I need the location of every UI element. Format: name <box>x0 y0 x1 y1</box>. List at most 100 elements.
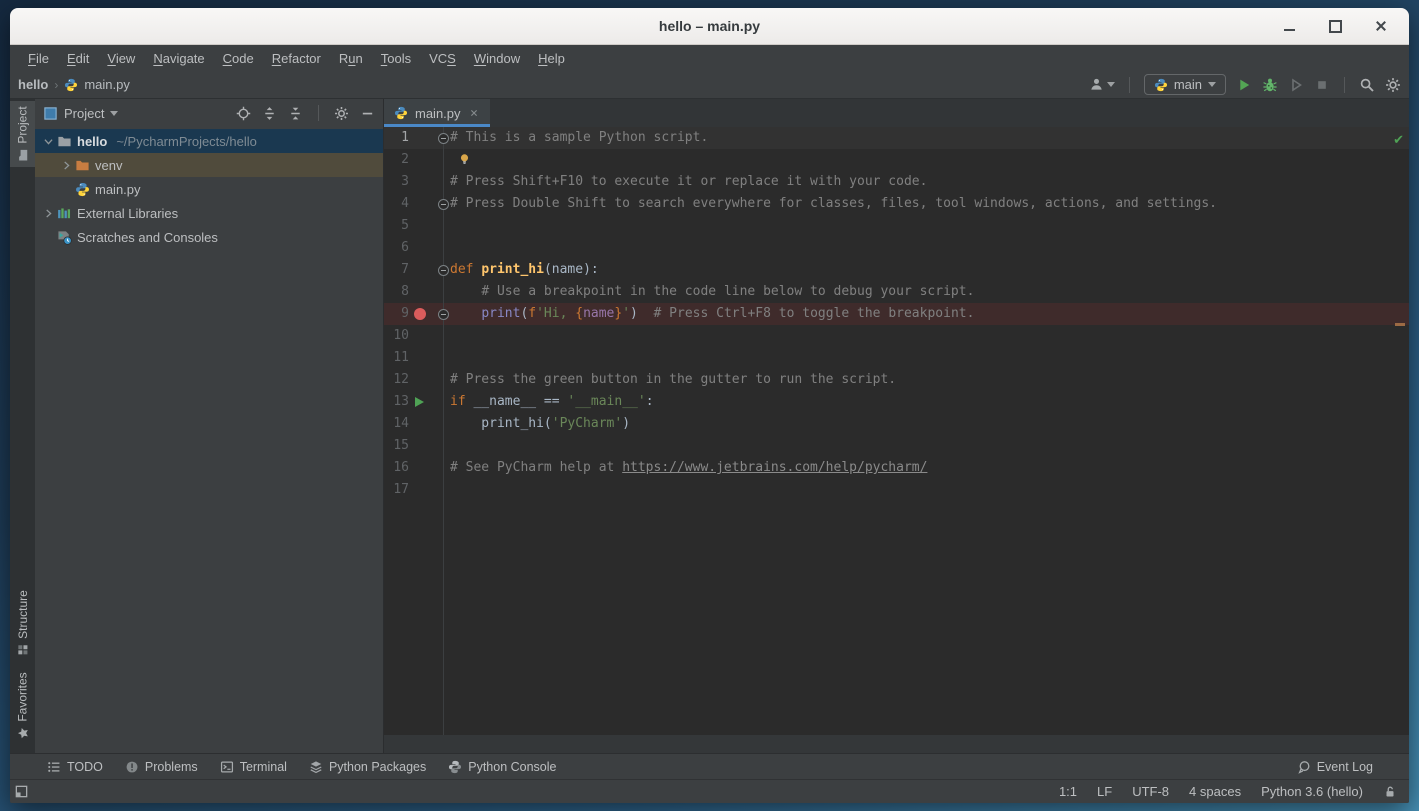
line-number[interactable]: 2 <box>384 149 409 171</box>
tree-item-hello[interactable]: hello~/PycharmProjects/hello <box>35 129 383 153</box>
menu-refactor[interactable]: Refactor <box>263 51 330 66</box>
line-number[interactable]: 15 <box>384 435 409 457</box>
line-number[interactable]: 6 <box>384 237 409 259</box>
line-number[interactable]: 13 <box>384 391 409 413</box>
code-line-4[interactable]: 4# Press Double Shift to search everywhe… <box>384 193 1409 215</box>
code-line-13[interactable]: 13if __name__ == '__main__': <box>384 391 1409 413</box>
minimize-button[interactable] <box>1281 18 1297 34</box>
menu-navigate[interactable]: Navigate <box>144 51 213 66</box>
locate-file-icon[interactable] <box>236 106 251 121</box>
code-line-7[interactable]: 7def print_hi(name): <box>384 259 1409 281</box>
code-line-12[interactable]: 12# Press the green button in the gutter… <box>384 369 1409 391</box>
tool-window-tab-favorites[interactable]: Favorites <box>10 663 35 749</box>
maximize-button[interactable] <box>1327 18 1343 34</box>
close-tab-icon[interactable] <box>468 107 480 119</box>
code-line-17[interactable]: 17 <box>384 479 1409 501</box>
breakpoint-stripe-mark[interactable] <box>1395 323 1405 326</box>
tree-item-path: ~/PycharmProjects/hello <box>116 134 257 149</box>
code-line-10[interactable]: 10 <box>384 325 1409 347</box>
debug-button[interactable] <box>1262 77 1278 93</box>
menu-view[interactable]: View <box>98 51 144 66</box>
project-panel-title[interactable]: Project <box>64 106 104 121</box>
line-number[interactable]: 17 <box>384 479 409 501</box>
line-number[interactable]: 5 <box>384 215 409 237</box>
line-number[interactable]: 11 <box>384 347 409 369</box>
code-line-2[interactable]: 2 <box>384 149 1409 171</box>
code-editor[interactable]: 1# This is a sample Python script.23# Pr… <box>384 127 1409 735</box>
tree-item-scratches-and-consoles[interactable]: Scratches and Consoles <box>35 225 383 249</box>
code-line-5[interactable]: 5 <box>384 215 1409 237</box>
hide-panel-icon[interactable] <box>360 106 375 121</box>
collapse-all-icon[interactable] <box>288 106 303 121</box>
expand-all-icon[interactable] <box>262 106 277 121</box>
status-item-utf-8[interactable]: UTF-8 <box>1132 784 1169 799</box>
menu-help[interactable]: Help <box>529 51 574 66</box>
fold-icon[interactable] <box>438 265 449 276</box>
intention-bulb[interactable] <box>458 153 471 166</box>
fold-icon[interactable] <box>438 309 449 320</box>
menu-code[interactable]: Code <box>214 51 263 66</box>
run-configuration-selector[interactable]: main <box>1144 74 1226 95</box>
line-number[interactable]: 4 <box>384 193 409 215</box>
line-number[interactable]: 12 <box>384 369 409 391</box>
tool-window-tab-project[interactable]: Project <box>10 101 35 167</box>
tree-item-venv[interactable]: venv <box>35 153 383 177</box>
gear-icon[interactable] <box>334 106 349 121</box>
code-line-1[interactable]: 1# This is a sample Python script. <box>384 127 1409 149</box>
breadcrumb-file[interactable]: main.py <box>84 77 130 92</box>
line-number[interactable]: 1 <box>384 127 409 149</box>
code-line-9[interactable]: 9 print(f'Hi, {name}') # Press Ctrl+F8 t… <box>384 303 1409 325</box>
unlocked-padlock-icon[interactable] <box>1383 785 1397 799</box>
tool-window-button-problems[interactable]: Problems <box>125 760 198 774</box>
event-log-button[interactable]: Event Log <box>1297 760 1373 774</box>
code-line-6[interactable]: 6 <box>384 237 1409 259</box>
chevron-down-icon[interactable] <box>110 111 118 116</box>
tool-window-button-todo[interactable]: TODO <box>47 760 103 774</box>
menu-file[interactable]: File <box>19 51 58 66</box>
close-button[interactable] <box>1373 18 1389 34</box>
editor-tab-main-py[interactable]: main.py <box>384 99 490 127</box>
breadcrumb-project[interactable]: hello <box>18 77 48 92</box>
menu-edit[interactable]: Edit <box>58 51 98 66</box>
title-bar[interactable]: hello – main.py <box>10 8 1409 45</box>
line-number[interactable]: 9 <box>384 303 409 325</box>
line-number[interactable]: 16 <box>384 457 409 479</box>
tool-window-tab-structure[interactable]: Structure <box>10 583 35 663</box>
code-line-11[interactable]: 11 <box>384 347 1409 369</box>
menu-run[interactable]: Run <box>330 51 372 66</box>
line-number[interactable]: 7 <box>384 259 409 281</box>
line-number[interactable]: 8 <box>384 281 409 303</box>
chev-right-icon <box>60 159 73 172</box>
tree-item-main-py[interactable]: main.py <box>35 177 383 201</box>
status-item-1-1[interactable]: 1:1 <box>1059 784 1077 799</box>
search-everywhere-button[interactable] <box>1359 77 1375 93</box>
inspection-ok-icon[interactable]: ✔ <box>1393 133 1404 148</box>
tool-window-switcher-icon[interactable] <box>14 784 29 799</box>
code-line-15[interactable]: 15 <box>384 435 1409 457</box>
menu-window[interactable]: Window <box>465 51 529 66</box>
line-number[interactable]: 3 <box>384 171 409 193</box>
code-line-14[interactable]: 14 print_hi('PyCharm') <box>384 413 1409 435</box>
code-line-3[interactable]: 3# Press Shift+F10 to execute it or repl… <box>384 171 1409 193</box>
status-item-4-spaces[interactable]: 4 spaces <box>1189 784 1241 799</box>
fold-icon[interactable] <box>438 133 449 144</box>
breakpoint-icon[interactable] <box>414 308 426 320</box>
line-number[interactable]: 10 <box>384 325 409 347</box>
run-line-icon[interactable] <box>415 397 424 407</box>
tool-window-button-python-packages[interactable]: Python Packages <box>309 760 426 774</box>
status-item-python-3-6-hello-[interactable]: Python 3.6 (hello) <box>1261 784 1363 799</box>
run-button[interactable] <box>1236 77 1252 93</box>
code-line-8[interactable]: 8 # Use a breakpoint in the code line be… <box>384 281 1409 303</box>
status-item-lf[interactable]: LF <box>1097 784 1112 799</box>
fold-icon[interactable] <box>438 199 449 210</box>
tree-item-external-libraries[interactable]: External Libraries <box>35 201 383 225</box>
menu-tools[interactable]: Tools <box>372 51 420 66</box>
user-account-button[interactable] <box>1089 77 1115 92</box>
code-text: print(f'Hi, {name}') # Press Ctrl+F8 to … <box>443 303 974 325</box>
code-line-16[interactable]: 16# See PyCharm help at https://www.jetb… <box>384 457 1409 479</box>
menu-vcs[interactable]: VCS <box>420 51 465 66</box>
tool-window-button-python-console[interactable]: Python Console <box>448 760 556 774</box>
tool-window-button-terminal[interactable]: Terminal <box>220 760 287 774</box>
line-number[interactable]: 14 <box>384 413 409 435</box>
settings-button[interactable] <box>1385 77 1401 93</box>
